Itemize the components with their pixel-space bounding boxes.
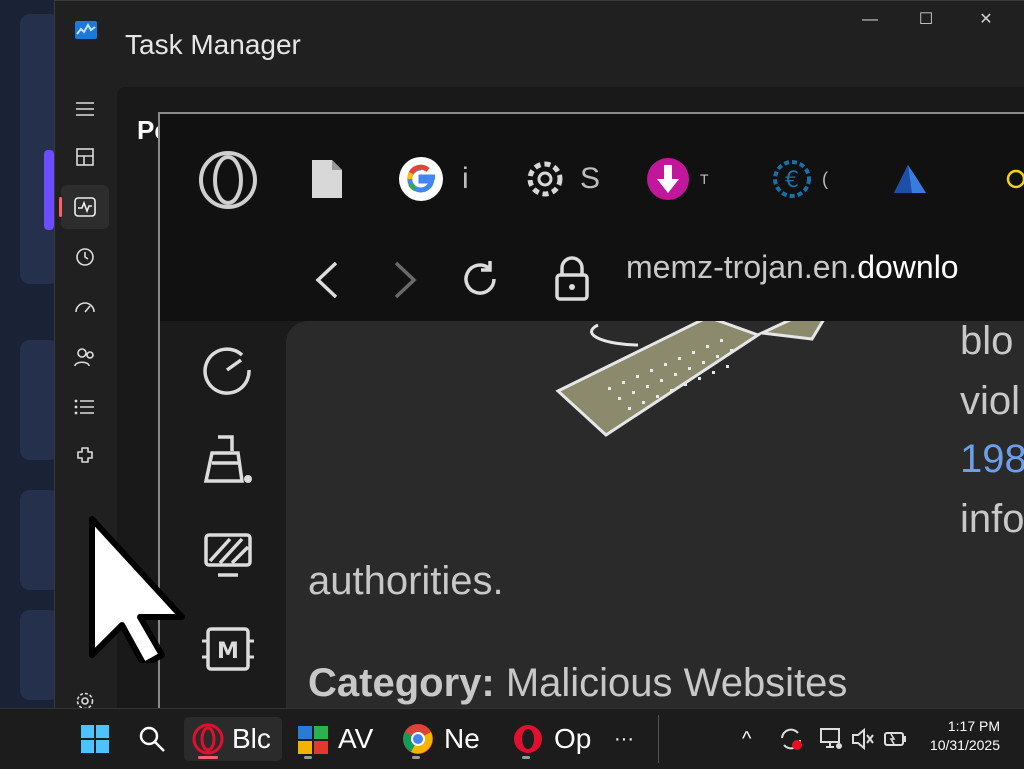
details-icon[interactable] (61, 385, 109, 429)
category-label: Category: (308, 661, 495, 705)
more-apps-button[interactable]: ··· (614, 717, 642, 761)
services-icon[interactable] (61, 435, 109, 479)
tab-label: ( (822, 168, 828, 189)
forward-icon[interactable] (386, 259, 422, 301)
url-domain-highlight: downlo (857, 249, 959, 285)
tab-google[interactable]: i (398, 154, 478, 204)
category-line: Category: Malicious Websites (308, 661, 847, 706)
battery-button[interactable] (882, 717, 910, 761)
network-button[interactable] (818, 717, 846, 761)
processes-icon[interactable] (61, 135, 109, 179)
opera-browser-window: i S T € ( memz-trojan.en.downlo M blo vi… (158, 112, 1024, 710)
taskbar-label: AV (338, 723, 374, 754)
users-icon[interactable] (61, 335, 109, 379)
tab-document[interactable] (310, 154, 360, 204)
taskbar-item-avg[interactable]: AV (296, 717, 386, 761)
active-nav-indicator (59, 197, 62, 217)
reload-icon[interactable] (458, 257, 502, 301)
page-title: Pe (137, 115, 159, 145)
opera-gx-icon (192, 723, 224, 755)
maximize-button[interactable]: ☐ (911, 9, 941, 31)
lock-icon[interactable] (552, 255, 592, 303)
tab-yellow[interactable] (1006, 154, 1024, 204)
url-domain-prefix: memz-trojan.en. (626, 249, 858, 285)
search-icon (139, 726, 165, 752)
taskbar-label: Op (554, 723, 592, 754)
running-indicator (412, 756, 420, 759)
system-clock[interactable]: 1:17 PM 10/31/2025 (930, 717, 1000, 755)
app-history-icon[interactable] (61, 235, 109, 279)
page-content: blo viol 198 info authorities. Category:… (286, 321, 1024, 710)
google-icon (399, 157, 443, 201)
running-indicator (304, 756, 312, 759)
opera-menu-icon[interactable] (198, 150, 258, 210)
euro-gear-icon: € (773, 160, 811, 198)
tab-settings[interactable]: S (524, 154, 600, 204)
tab-label: T (700, 171, 709, 187)
taskbar: Blc AV Ne Op ··· ^ 1:17 PM 10/31/2025 (0, 708, 1024, 769)
tab-label: S (579, 162, 600, 195)
svg-text:€: € (785, 168, 799, 193)
blue-crystal-icon (894, 165, 926, 193)
mouse-cursor-icon (89, 516, 185, 663)
task-manager-app-icon (75, 21, 97, 39)
volume-button[interactable] (850, 717, 878, 761)
body-text-fragment: info (960, 497, 1024, 541)
url-field[interactable]: memz-trojan.en.downlo (626, 249, 1024, 286)
back-icon[interactable] (310, 259, 346, 301)
svg-text:M: M (217, 639, 239, 664)
reference-link[interactable]: 198 (960, 437, 1024, 482)
yellow-circle-icon (1006, 169, 1024, 189)
taskbar-label: Ne (444, 723, 480, 754)
network-icon (820, 728, 842, 749)
body-text-fragment: viol (960, 379, 1021, 423)
startup-apps-icon[interactable] (61, 285, 109, 329)
tab-label: i (462, 162, 469, 195)
hamburger-icon[interactable] (61, 87, 109, 131)
speed-dial-icon[interactable] (200, 343, 254, 397)
running-indicator (522, 756, 530, 759)
clock-date: 10/31/2025 (929, 737, 1000, 753)
clock-time: 1:17 PM (947, 718, 1000, 734)
avg-icon (298, 726, 328, 754)
download-icon (647, 158, 689, 200)
minimize-button[interactable]: — (855, 9, 885, 31)
memory-chip-icon[interactable]: M (202, 623, 254, 675)
start-button[interactable] (80, 717, 114, 761)
keyboard-illustration (555, 321, 825, 437)
search-button[interactable] (138, 717, 170, 761)
tab-strip: i S T € ( (160, 114, 1024, 239)
performance-icon[interactable] (61, 185, 109, 229)
taskbar-item-chrome[interactable]: Ne (402, 717, 492, 761)
settings-gear-icon (527, 161, 563, 197)
opera-icon (514, 725, 542, 753)
tab-download[interactable]: T (646, 154, 726, 204)
category-value: Malicious Websites (505, 661, 848, 705)
volume-muted-icon (852, 727, 874, 751)
battery-charging-icon (884, 732, 906, 746)
tab-crystal[interactable] (890, 154, 934, 204)
close-button[interactable]: ✕ (971, 9, 1001, 31)
tray-overflow-chevron[interactable]: ^ (742, 717, 764, 761)
sync-icon (781, 728, 802, 750)
chrome-icon (403, 724, 433, 754)
taskbar-item-opera[interactable]: Op (512, 717, 592, 761)
sync-status-button[interactable] (778, 717, 806, 761)
document-icon (312, 160, 342, 198)
taskbar-divider (658, 715, 659, 763)
body-text-fragment: blo (960, 321, 1014, 363)
desktop-accent-bar (44, 150, 54, 230)
tab-euro[interactable]: € ( (770, 154, 844, 204)
taskbar-item-opera-gx[interactable]: Blc (184, 717, 282, 761)
body-text-line: authorities. (308, 559, 504, 603)
desktop-background (0, 0, 60, 708)
cleaner-icon[interactable] (198, 433, 256, 487)
wallpaper-icon[interactable] (202, 531, 254, 581)
window-title: Task Manager (125, 29, 301, 60)
taskbar-label: Blc (232, 723, 271, 754)
active-indicator (198, 756, 218, 759)
windows-start-icon (81, 725, 109, 753)
